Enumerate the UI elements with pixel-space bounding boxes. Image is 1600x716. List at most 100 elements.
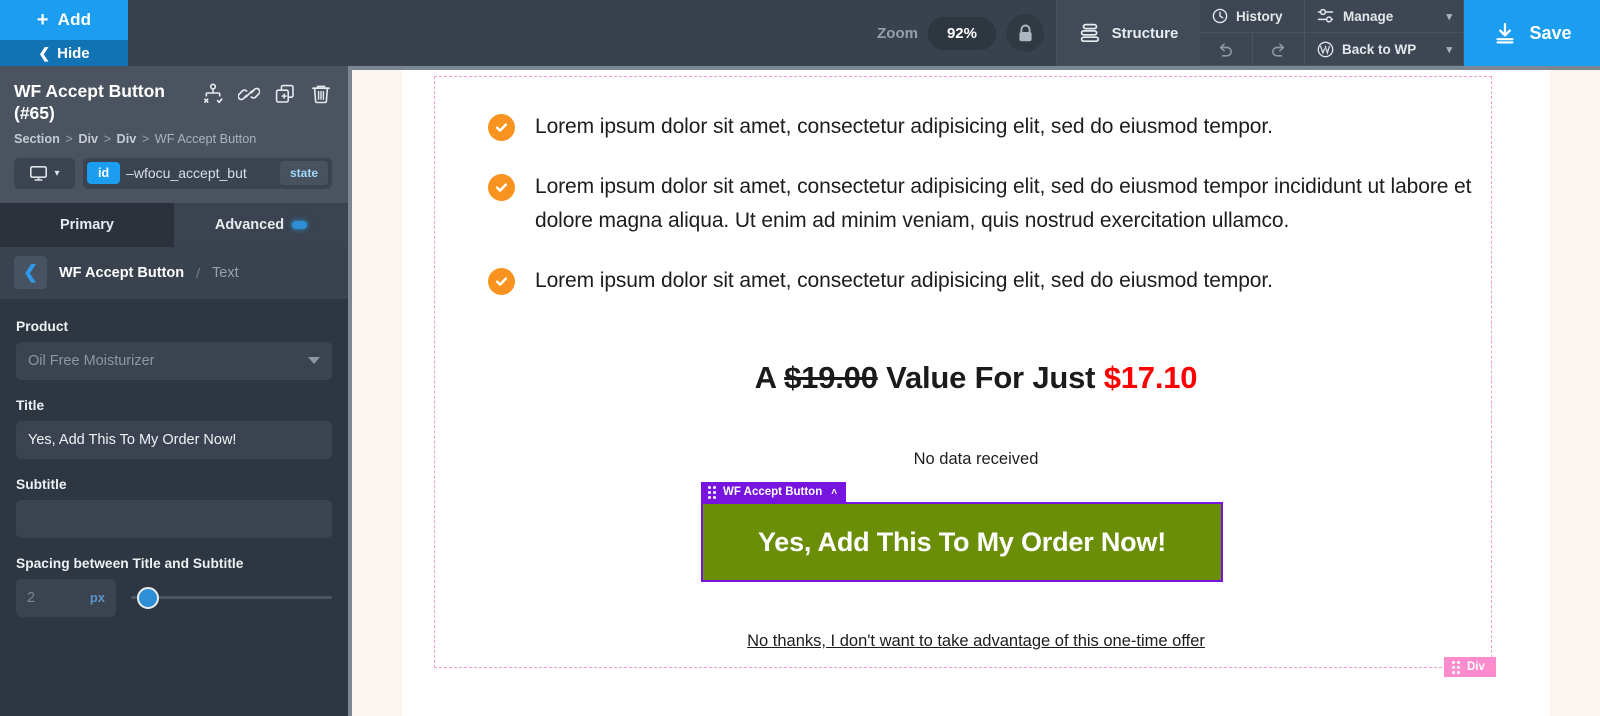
check-circle-icon [488,114,515,141]
price-headline: A $19.00 Value For Just $17.10 [352,360,1600,396]
chevron-up-icon[interactable]: ˄ [831,487,837,498]
list-item-text: Lorem ipsum dolor sit amet, consectetur … [535,115,1273,138]
minus-badge-icon [292,220,308,229]
plus-icon: + [36,9,49,31]
redo-button[interactable] [1251,33,1305,65]
price-middle-text: Value For Just [886,360,1096,395]
undo-redo-group [1200,33,1305,66]
list-item-text: Lorem ipsum dolor sit amet, consectetur … [535,175,1472,233]
decline-offer-container: No thanks, I don't want to take advantag… [352,632,1600,651]
lock-button[interactable] [1006,14,1044,52]
hide-button-label: Hide [57,44,90,62]
redo-icon [1271,42,1284,57]
accept-button-label: Yes, Add This To My Order Now! [757,526,1167,557]
price-original: $19.00 [784,360,878,395]
breadcrumb-separator: > [103,131,112,146]
subtitle-input[interactable] [16,499,332,538]
list-item: Lorem ipsum dolor sit amet, consectetur … [488,264,1488,298]
sliders-icon [1317,8,1334,23]
element-id-field[interactable]: id –wfocu_accept_but state [83,157,332,189]
zoom-value[interactable]: 92% [927,16,996,50]
structure-icon [1080,23,1099,43]
benefit-list: Lorem ipsum dolor sit amet, consectetur … [488,110,1488,324]
duplicate-icon[interactable] [274,83,296,110]
spacing-controls: 2 px [16,578,332,617]
title-field-group: Title [16,398,332,459]
price-prefix: A [754,360,776,395]
breadcrumb-separator: > [65,131,73,146]
conditions-icon[interactable] [202,83,224,110]
product-field-group: Product Oil Free Moisturizer [16,319,332,380]
trash-icon[interactable] [310,83,332,110]
history-button[interactable]: History [1200,0,1305,33]
hide-button[interactable]: ❮ Hide [0,40,128,66]
drag-handle-icon[interactable] [708,485,716,499]
decline-offer-link[interactable]: No thanks, I don't want to take advantag… [747,632,1205,650]
breadcrumb-item-current: WF Accept Button [154,131,257,146]
subnav-separator: / [196,264,201,281]
manage-label: Manage [1343,8,1394,24]
check-circle-icon [488,174,515,202]
structure-button[interactable]: Structure [1056,0,1200,66]
list-item-text: Lorem ipsum dolor sit amet, consectetur … [535,269,1273,293]
breadcrumb-item-div-1[interactable]: Div [78,132,98,146]
slider-knob[interactable] [137,586,159,609]
undo-icon [1220,42,1233,57]
list-item: Lorem ipsum dolor sit amet, consectetur … [488,110,1488,144]
slider-track [131,596,332,600]
chevron-left-icon: ❮ [38,44,51,61]
manage-button[interactable]: Manage ▾ [1305,0,1464,33]
top-toolbar: + Add ❮ Hide Zoom 92% Structure History … [0,0,1600,66]
subnav-next[interactable]: Text [212,265,239,281]
save-button[interactable]: Save [1464,0,1600,66]
desktop-icon [30,165,48,181]
back-button[interactable]: ❮ [14,256,47,290]
id-tag[interactable]: id [87,162,121,185]
drag-handle-icon[interactable] [1452,660,1460,674]
element-id-row: ▾ id –wfocu_accept_but state [14,157,332,189]
div-element-badge[interactable]: Div [1444,657,1496,677]
title-input[interactable] [16,420,332,459]
settings-sidebar: WF Accept Button (#65) Section > Div > D… [0,66,348,716]
id-value: –wfocu_accept_but [126,165,247,182]
zoom-label: Zoom [877,24,918,42]
chevron-down-icon: ▾ [1446,43,1452,56]
zoom-control-group: Zoom 92% [877,14,1044,52]
div-badge-label: Div [1467,661,1485,673]
list-item: Lorem ipsum dolor sit amet, consectetur … [488,170,1488,238]
page-canvas: Lorem ipsum dolor sit amet, consectetur … [352,70,1600,716]
state-tag[interactable]: state [279,161,328,186]
tab-advanced[interactable]: Advanced [174,202,348,247]
page-editor-app: + Add ❮ Hide Zoom 92% Structure History … [0,0,1600,716]
chevron-down-icon: ▾ [54,167,60,179]
spacing-number-input[interactable]: 2 px [16,578,116,617]
title-label: Title [16,397,45,413]
breadcrumb-item-section[interactable]: Section [14,132,60,146]
check-circle-icon [488,268,515,296]
link-icon[interactable] [237,83,261,110]
product-label: Product [16,318,69,334]
tab-primary[interactable]: Primary [0,202,174,247]
accept-button[interactable]: Yes, Add This To My Order Now! [701,502,1223,582]
subtitle-label: Subtitle [16,476,67,492]
undo-button[interactable] [1200,33,1252,65]
breadcrumb-item-div-2[interactable]: Div [117,132,137,146]
spacing-unit[interactable]: px [90,590,105,605]
tab-advanced-label: Advanced [214,216,285,233]
subnav-current[interactable]: WF Accept Button [59,265,184,281]
selected-element-badge[interactable]: WF Accept Button ˄ [701,482,847,502]
clock-icon [1212,8,1228,24]
tab-primary-label: Primary [59,216,114,233]
sidebar-tabs: Primary Advanced [0,202,348,247]
spacing-slider[interactable] [131,586,332,609]
save-label: Save [1529,22,1572,43]
toolbar-left-group: + Add ❮ Hide [0,0,128,66]
chevron-down-icon [308,357,320,365]
sidebar-header: WF Accept Button (#65) Section > Div > D… [0,66,348,203]
breadcrumb: Section > Div > Div > WF Accept Button [14,132,332,146]
product-select[interactable]: Oil Free Moisturizer [16,341,332,380]
add-button[interactable]: + Add [0,0,128,40]
device-selector[interactable]: ▾ [14,157,75,189]
add-button-label: Add [57,10,92,29]
back-to-wp-button[interactable]: Back to WP ▾ [1305,33,1464,66]
